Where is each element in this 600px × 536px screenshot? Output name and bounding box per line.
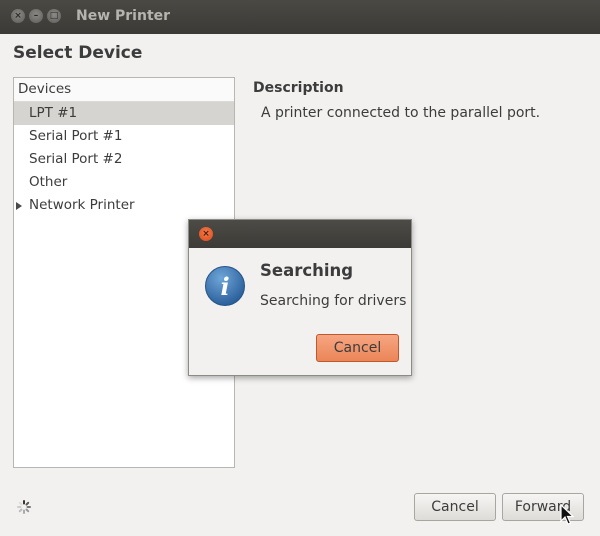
description-text: A printer connected to the parallel port…: [261, 105, 541, 121]
window-close-button[interactable]: ×: [11, 9, 25, 23]
dialog-title: Searching: [260, 261, 354, 280]
svg-text:i: i: [220, 272, 229, 301]
dialog-message: Searching for drivers: [260, 293, 407, 309]
mouse-cursor-icon: [560, 504, 574, 525]
window-maximize-button[interactable]: □: [47, 9, 61, 23]
dialog-cancel-button[interactable]: Cancel: [316, 334, 399, 362]
device-item-serial2[interactable]: Serial Port #2: [14, 148, 234, 171]
spinner-icon: [17, 500, 31, 514]
info-icon: i: [205, 266, 245, 306]
device-item-label: Serial Port #1: [29, 128, 123, 144]
device-item-network-printer[interactable]: Network Printer: [14, 194, 234, 217]
page-title: Select Device: [13, 43, 143, 63]
devices-column-header[interactable]: Devices: [14, 78, 234, 102]
dialog-titlebar: ×: [189, 220, 411, 248]
device-item-label: Other: [29, 174, 68, 190]
device-item-label: Network Printer: [29, 197, 135, 213]
device-item-label: Serial Port #2: [29, 151, 123, 167]
device-item-lpt1[interactable]: LPT #1: [14, 102, 234, 125]
window-minimize-button[interactable]: –: [29, 9, 43, 23]
device-item-other[interactable]: Other: [14, 171, 234, 194]
device-item-serial1[interactable]: Serial Port #1: [14, 125, 234, 148]
dialog-close-icon[interactable]: ×: [199, 227, 213, 241]
window-titlebar: × – □ New Printer: [0, 0, 600, 34]
description-title: Description: [253, 80, 344, 96]
expander-arrow-icon[interactable]: [16, 202, 22, 210]
searching-dialog: × i Searching Searching for drivers Canc…: [188, 219, 412, 376]
window-title: New Printer: [76, 8, 171, 24]
cancel-button[interactable]: Cancel: [414, 493, 496, 521]
device-item-label: LPT #1: [29, 105, 78, 121]
